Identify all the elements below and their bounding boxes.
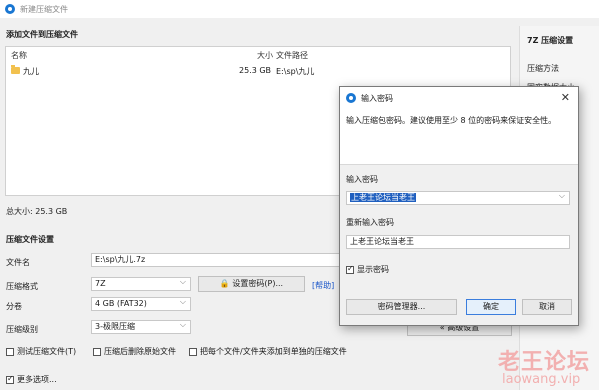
checkbox-box[interactable] — [93, 347, 101, 356]
table-row[interactable]: 九儿 25.3 GB E:\sp\九儿 — [6, 65, 510, 79]
level-label: 压缩级别 — [6, 325, 38, 334]
watermark-en: laowang.vip — [502, 372, 581, 387]
file-path: E:\sp\九儿 — [276, 67, 315, 76]
cancel-button[interactable]: 取消 — [522, 299, 572, 315]
lock-icon: 🔒 — [219, 279, 230, 288]
level-select[interactable]: 3-极限压缩 — [91, 319, 191, 334]
help-link[interactable]: [帮助] — [312, 280, 334, 291]
repeat-password-input[interactable]: 上老王论坛当老王 — [346, 235, 570, 249]
compression-method-label: 压缩方法 — [527, 64, 559, 73]
delete-after-checkbox[interactable]: 压缩后删除原始文件 — [93, 346, 176, 357]
separate-archives-checkbox[interactable]: 把每个文件/文件夹添加到单独的压缩文件 — [189, 346, 347, 357]
password-label: 输入密码 — [346, 175, 378, 184]
settings-title: 压缩文件设置 — [6, 235, 54, 244]
password-value: 上老王论坛当老王 — [350, 193, 416, 202]
side-panel-title: 7Z 压缩设置 — [527, 36, 574, 45]
col-size-header[interactable]: 大小 — [257, 50, 273, 61]
password-manager-button[interactable]: 密码管理器... — [346, 299, 457, 315]
checkbox-box[interactable] — [346, 264, 354, 274]
folder-icon — [11, 65, 20, 74]
col-name-header[interactable]: 名称 — [11, 50, 27, 61]
password-dialog: 输入密码 ✕ 输入压缩包密码。建议使用至少 8 位的密码来保证安全性。 输入密码… — [339, 86, 579, 326]
col-path-header[interactable]: 文件路径 — [276, 50, 308, 61]
split-select[interactable]: 4 GB (FAT32) — [91, 296, 191, 311]
dialog-titlebar: 输入密码 ✕ — [340, 87, 578, 109]
set-password-label: 设置密码(P)... — [232, 279, 284, 288]
more-options-checkbox[interactable]: 更多选项... — [6, 374, 57, 385]
filename-label: 文件名 — [6, 258, 30, 267]
separate-archives-label: 把每个文件/文件夹添加到单独的压缩文件 — [200, 347, 347, 356]
app-logo-icon — [346, 93, 356, 103]
split-label: 分卷 — [6, 302, 22, 311]
checkbox-box[interactable] — [6, 347, 14, 356]
dialog-header: 输入压缩包密码。建议使用至少 8 位的密码来保证安全性。 — [340, 109, 578, 165]
total-size: 总大小: 25.3 GB — [6, 207, 68, 216]
test-archive-label: 测试压缩文件(T) — [17, 347, 77, 356]
more-options-label: 更多选项... — [17, 375, 57, 384]
window-titlebar: 新建压缩文件 — [0, 0, 599, 18]
checkbox-box[interactable] — [6, 374, 14, 384]
set-password-button[interactable]: 🔒 设置密码(P)... — [198, 276, 305, 292]
dialog-hint: 输入压缩包密码。建议使用至少 8 位的密码来保证安全性。 — [346, 116, 557, 125]
file-name: 九儿 — [23, 67, 39, 76]
window-title: 新建压缩文件 — [20, 4, 68, 14]
format-select[interactable]: 7Z — [91, 276, 191, 291]
password-input[interactable]: 上老王论坛当老王 — [346, 190, 570, 205]
delete-after-label: 压缩后删除原始文件 — [104, 347, 176, 356]
watermark: 老王论坛 laowang.vip — [480, 344, 599, 390]
format-label: 压缩格式 — [6, 282, 38, 291]
repeat-password-label: 重新输入密码 — [346, 218, 394, 227]
test-archive-checkbox[interactable]: 测试压缩文件(T) — [6, 346, 76, 357]
close-icon[interactable]: ✕ — [561, 91, 570, 104]
add-files-title: 添加文件到压缩文件 — [6, 30, 78, 39]
dialog-title: 输入密码 — [361, 93, 393, 103]
checkbox-box[interactable] — [189, 347, 197, 356]
ok-button[interactable]: 确定 — [466, 299, 516, 315]
show-password-label: 显示密码 — [357, 265, 389, 274]
file-size: 25.3 GB — [239, 66, 272, 75]
show-password-checkbox[interactable]: 显示密码 — [346, 264, 389, 275]
app-logo-icon — [5, 4, 15, 14]
